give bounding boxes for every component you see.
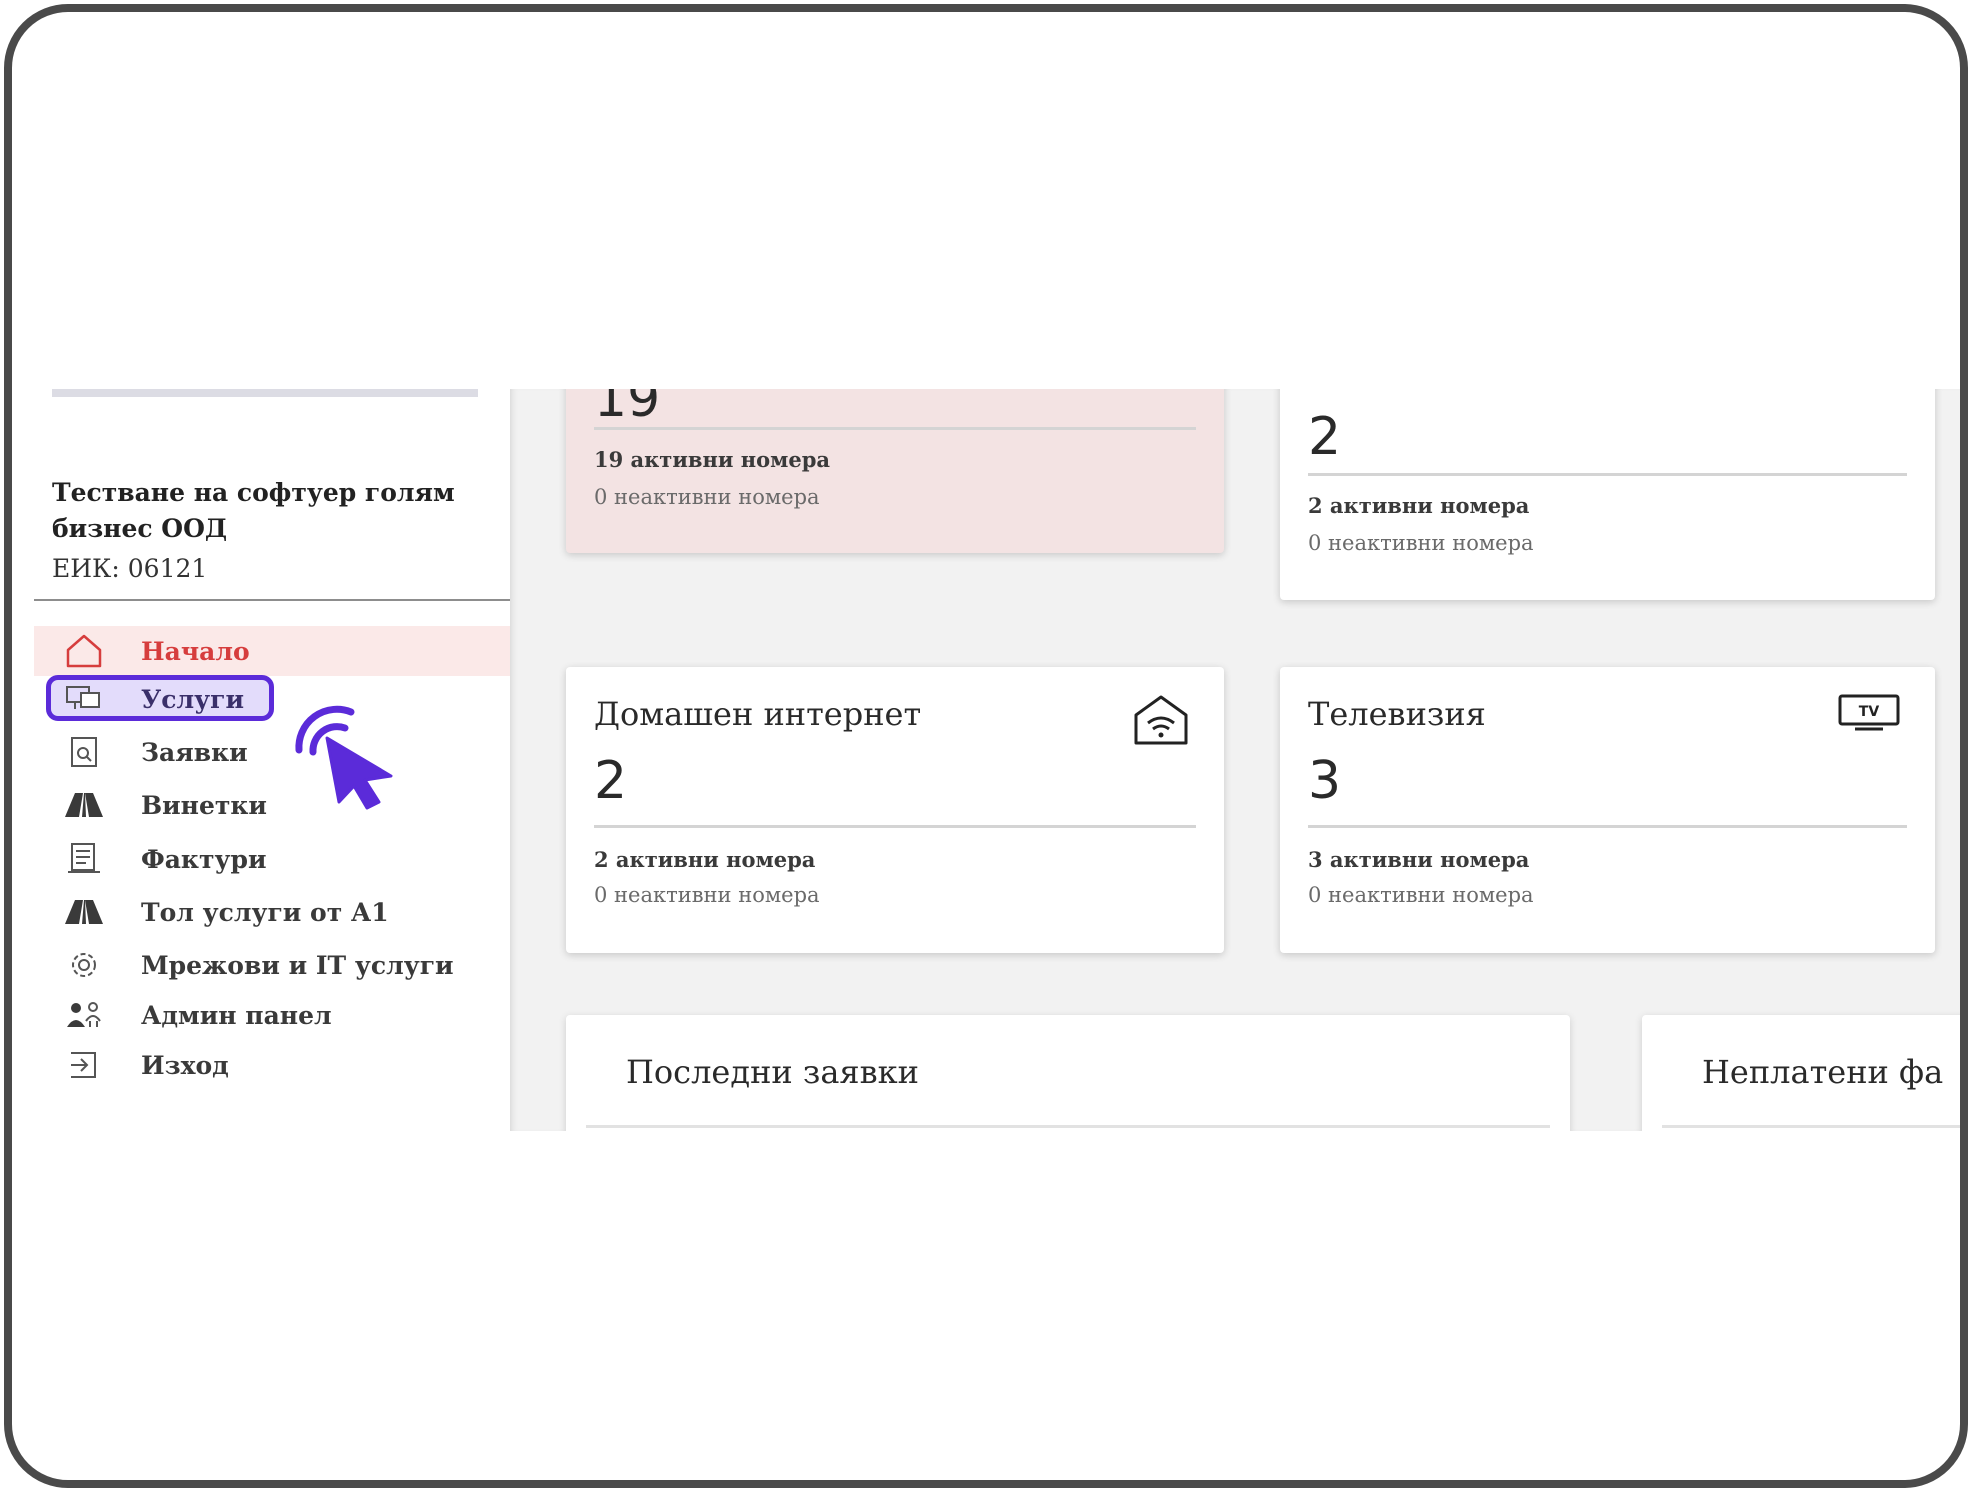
sidebar-item-services[interactable]: Услуги	[34, 674, 510, 724]
gear-icon	[62, 945, 106, 985]
screenshot-frame: Тестване на софтуер голям бизнес ООД ЕИК…	[4, 4, 1968, 1488]
svg-text:TV: TV	[1859, 704, 1880, 720]
tv-icon: TV	[1837, 693, 1901, 737]
card-inactive-count: 0 неактивни номера	[594, 883, 820, 907]
card-divider	[1308, 473, 1907, 476]
toll-road-icon	[62, 892, 106, 932]
card-inactive-count: 0 неактивни номера	[594, 485, 820, 509]
sidebar-item-label: Фактури	[141, 844, 267, 874]
sidebar: Тестване на софтуер голям бизнес ООД ЕИК…	[34, 389, 510, 1131]
sidebar-item-requests[interactable]: Заявки	[34, 727, 510, 777]
click-cursor-icon	[279, 690, 409, 814]
panel-title: Последни заявки	[626, 1053, 919, 1091]
logo-strip	[52, 389, 478, 397]
sidebar-item-label: Админ панел	[141, 1000, 332, 1030]
card-value: 2	[1308, 407, 1342, 467]
requests-icon	[62, 732, 106, 772]
sidebar-item-invoices[interactable]: Фактури	[34, 834, 510, 884]
sidebar-item-toll[interactable]: Тол услуги от А1	[34, 887, 510, 937]
card-inactive-count: 0 неактивни номера	[1308, 883, 1534, 907]
card-title: Телевизия	[1308, 695, 1486, 733]
company-eik: ЕИК: 06121	[52, 554, 208, 583]
card-value: 2	[594, 751, 628, 811]
sidebar-item-network-it[interactable]: Мрежови и IT услуги	[34, 940, 510, 990]
sidebar-item-logout[interactable]: Изход	[34, 1040, 510, 1090]
card-title: Домашен интернет	[594, 695, 922, 733]
panel-divider	[1662, 1125, 1960, 1128]
sidebar-item-label: Услуги	[141, 684, 245, 714]
card-active-count: 2 активни номера	[594, 847, 816, 872]
card-divider	[1308, 825, 1907, 828]
app-screenshot: Тестване на софтуер голям бизнес ООД ЕИК…	[34, 389, 1960, 1131]
logout-icon	[62, 1045, 106, 1085]
sidebar-item-label: Винетки	[141, 790, 267, 820]
sidebar-item-home[interactable]: Начало	[34, 626, 510, 676]
card-inactive-count: 0 неактивни номера	[1308, 531, 1534, 555]
card-value: 3	[1308, 751, 1342, 811]
home-wifi-icon	[1132, 693, 1190, 751]
card-value: 19	[594, 389, 661, 429]
recent-requests-panel: Последни заявки	[566, 1015, 1570, 1131]
service-card-telecom[interactable]: 2 2 активни номера 0 неактивни номера	[1280, 389, 1935, 600]
main-content: 19 19 активни номера 0 неактивни номера …	[510, 389, 1960, 1131]
services-icon	[62, 679, 106, 719]
card-active-count: 19 активни номера	[594, 447, 831, 472]
card-active-count: 2 активни номера	[1308, 493, 1530, 518]
card-divider	[594, 825, 1196, 828]
sidebar-item-vignettes[interactable]: Винетки	[34, 780, 510, 830]
card-active-count: 3 активни номера	[1308, 847, 1530, 872]
sidebar-divider	[34, 599, 510, 601]
sidebar-item-label: Тол услуги от А1	[141, 897, 389, 927]
home-icon	[62, 631, 106, 671]
sidebar-item-admin[interactable]: Админ панел	[34, 990, 510, 1040]
service-card-mobile[interactable]: 19 19 активни номера 0 неактивни номера	[566, 389, 1224, 553]
sidebar-item-label: Изход	[141, 1050, 229, 1080]
card-divider	[594, 427, 1196, 430]
sidebar-item-label: Мрежови и IT услуги	[141, 950, 454, 980]
unpaid-invoices-panel: Неплатени фа	[1642, 1015, 1960, 1131]
panel-divider	[586, 1125, 1550, 1128]
vignette-road-icon	[62, 785, 106, 825]
service-card-home-internet[interactable]: Домашен интернет 2 2 активни номера 0 не…	[566, 667, 1224, 953]
invoice-icon	[62, 839, 106, 879]
admin-users-icon	[62, 995, 106, 1035]
sidebar-item-label: Заявки	[141, 737, 248, 767]
service-card-tv[interactable]: Телевизия TV 3 3 активни номера 0 неакти…	[1280, 667, 1935, 953]
sidebar-item-label: Начало	[141, 636, 250, 666]
company-name: Тестване на софтуер голям бизнес ООД	[52, 478, 455, 543]
panel-title: Неплатени фа	[1702, 1053, 1944, 1091]
